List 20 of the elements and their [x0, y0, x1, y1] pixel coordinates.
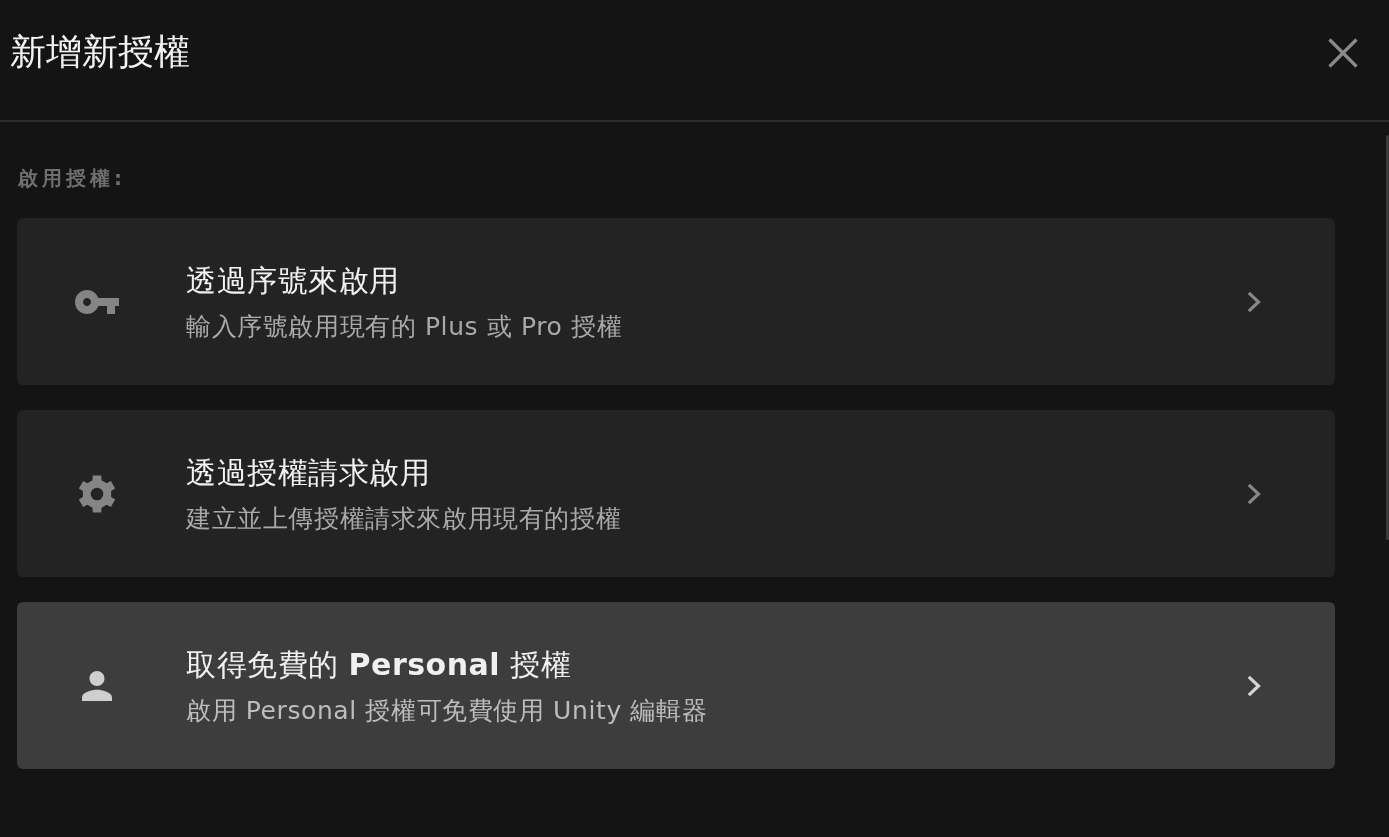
close-icon [1328, 38, 1358, 68]
license-option[interactable]: 取得免費的 Personal 授權 啟用 Personal 授權可免費使用 Unity 編輯器 [17, 602, 1335, 769]
chevron-right-icon [1247, 674, 1261, 697]
option-title: 透過序號來啟用 [186, 261, 400, 300]
close-button[interactable] [1328, 38, 1358, 68]
license-option[interactable]: 透過序號來啟用 輸入序號啟用現有的 Plus 或 Pro 授權 [17, 218, 1335, 385]
key-icon [75, 289, 119, 314]
dialog-title: 新增新授權 [10, 30, 190, 74]
option-description: 建立並上傳授權請求來啟用現有的授權 [186, 502, 622, 535]
option-title: 取得免費的 Personal 授權 [186, 645, 572, 684]
person-icon [82, 670, 112, 701]
license-option[interactable]: 透過授權請求啟用 建立並上傳授權請求來啟用現有的授權 [17, 410, 1335, 577]
option-title: 透過授權請求啟用 [186, 453, 430, 492]
gear-icon [78, 474, 116, 513]
section-label: 啟用授權: [17, 166, 126, 190]
chevron-right-icon [1247, 290, 1261, 313]
option-description: 輸入序號啟用現有的 Plus 或 Pro 授權 [186, 310, 623, 343]
option-description: 啟用 Personal 授權可免費使用 Unity 編輯器 [186, 694, 708, 727]
scrollbar-thumb[interactable] [1386, 135, 1389, 540]
chevron-right-icon [1247, 482, 1261, 505]
